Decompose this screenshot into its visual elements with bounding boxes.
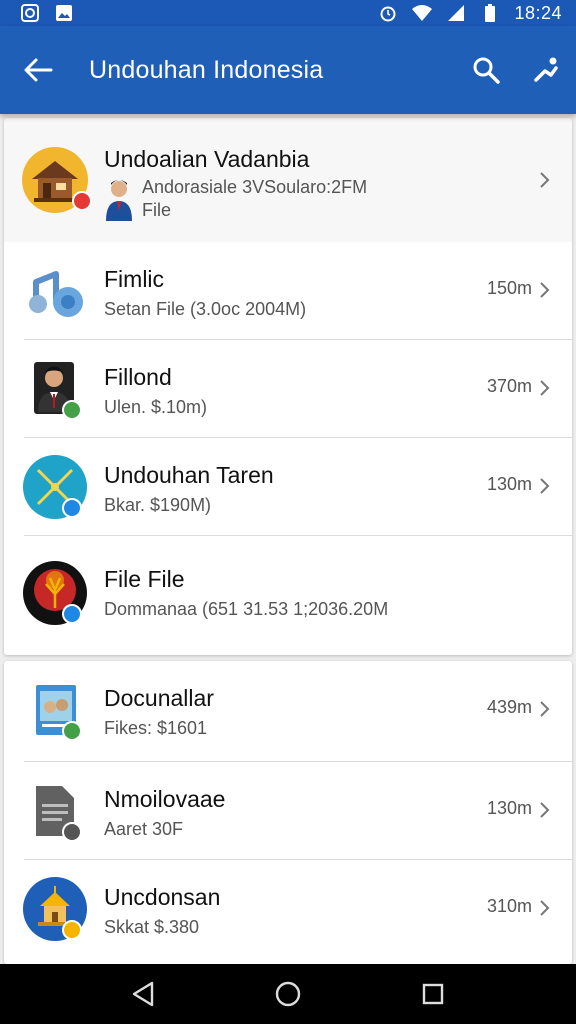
list-item[interactable]: Undoalian Vadanbia Andorasiale 3VSoularo… xyxy=(4,118,572,242)
download-list-card-2: Docunallar Fikes: $1601 439m Nmoilovaae … xyxy=(4,661,572,964)
music-avatar-icon xyxy=(22,258,88,324)
status-badge xyxy=(62,604,82,624)
list-item[interactable]: Undouhan Taren Bkar. $190M) 130m xyxy=(4,438,572,536)
document-avatar-icon xyxy=(22,778,88,844)
chevron-right-icon xyxy=(540,900,550,916)
item-title: Docunallar xyxy=(104,685,214,711)
download-list-card-1: Undoalian Vadanbia Andorasiale 3VSoularo… xyxy=(4,118,572,655)
person-avatar-icon xyxy=(22,356,88,422)
status-badge xyxy=(62,920,82,940)
status-badge xyxy=(62,498,82,518)
chevron-right-icon xyxy=(540,172,550,188)
item-subtitle: Skkat $.380 xyxy=(104,917,200,937)
status-badge xyxy=(62,400,82,420)
share-button[interactable] xyxy=(516,26,576,114)
share-icon xyxy=(534,57,558,82)
item-texts: Fimlic Setan File (3.0oc 2004M) xyxy=(104,266,462,320)
back-arrow-icon xyxy=(24,58,53,82)
item-title: Uncdonsan xyxy=(104,884,221,910)
item-subtitle: Aaret 30F xyxy=(104,819,184,839)
nav-home-icon xyxy=(275,981,301,1007)
back-button[interactable] xyxy=(0,26,76,114)
search-icon xyxy=(473,57,500,84)
chevron-right-icon xyxy=(540,380,550,396)
item-size: 130m xyxy=(486,798,532,818)
nav-back-icon xyxy=(132,981,153,1007)
nav-recents-icon xyxy=(423,983,444,1005)
list-item[interactable]: Fimlic Setan File (3.0oc 2004M) 150m xyxy=(4,242,572,340)
person-icon xyxy=(104,177,138,221)
item-subtitle: Ulen. $.10m) xyxy=(104,397,208,417)
item-title: File File xyxy=(104,566,185,592)
house-avatar-icon xyxy=(22,147,92,213)
item-texts: Fillond Ulen. $.10m) xyxy=(104,364,462,418)
nav-recents-button[interactable] xyxy=(413,974,453,1014)
chevron-right-icon xyxy=(540,282,550,298)
item-subtitle: Setan File (3.0oc 2004M) xyxy=(104,299,307,319)
status-badge xyxy=(62,721,82,741)
alarm-icon xyxy=(378,3,398,23)
app-notification-icon xyxy=(20,3,40,23)
item-texts: Uncdonsan Skkat $.380 xyxy=(104,884,462,938)
item-sub-group: Andorasiale 3VSoularo:2FM File xyxy=(104,177,462,221)
tree-avatar-icon xyxy=(22,560,88,626)
image-notification-icon xyxy=(54,3,74,23)
item-texts: Undouhan Taren Bkar. $190M) xyxy=(104,462,462,516)
status-time: 18:24 xyxy=(514,2,562,23)
chevron-right-icon xyxy=(540,802,550,818)
item-texts: Docunallar Fikes: $1601 xyxy=(104,685,462,739)
item-subtitle: Fikes: $1601 xyxy=(104,718,208,738)
status-badge xyxy=(62,822,82,842)
item-subtitle: Andorasiale 3VSoularo:2FM xyxy=(142,177,368,197)
item-subtitle: Bkar. $190M) xyxy=(104,495,212,515)
list-item[interactable]: Uncdonsan Skkat $.380 310m xyxy=(4,860,572,964)
list-item[interactable]: File File Dommanaa (651 31.53 1;2036.20M xyxy=(4,536,572,655)
chevron-right-icon xyxy=(540,478,550,494)
item-title: Fillond xyxy=(104,364,172,390)
chevron-right-icon xyxy=(540,701,550,717)
system-nav-bar xyxy=(0,964,576,1024)
item-texts: Undoalian Vadanbia Andorasiale 3VSoularo… xyxy=(104,146,462,221)
item-size: 310m xyxy=(486,896,532,916)
item-title: Undouhan Taren xyxy=(104,462,274,488)
star-avatar-icon xyxy=(22,454,88,520)
item-title: Nmoilovaae xyxy=(104,786,226,812)
nav-back-button[interactable] xyxy=(123,974,163,1014)
list-item[interactable]: Docunallar Fikes: $1601 439m xyxy=(4,661,572,762)
search-button[interactable] xyxy=(456,26,516,114)
item-size: 439m xyxy=(486,697,532,717)
list-item[interactable]: Fillond Ulen. $.10m) 370m xyxy=(4,340,572,438)
page-title: Undouhan Indonesia xyxy=(89,55,324,84)
item-size: 370m xyxy=(486,376,532,396)
app-bar: Undouhan Indonesia xyxy=(0,26,576,114)
status-bar: 18:24 xyxy=(0,0,576,26)
item-title: Fimlic xyxy=(104,266,165,292)
item-size: 150m xyxy=(486,278,532,298)
nav-home-button[interactable] xyxy=(268,974,308,1014)
item-title: Undoalian Vadanbia xyxy=(104,146,310,172)
item-size: 130m xyxy=(486,474,532,494)
item-subtitle-2: File xyxy=(142,200,172,220)
item-subtitle: Dommanaa (651 31.53 1;2036.20M xyxy=(104,599,389,619)
photo-avatar-icon xyxy=(22,677,88,743)
status-left xyxy=(20,3,74,23)
temple-avatar-icon xyxy=(22,876,88,942)
item-texts: File File Dommanaa (651 31.53 1;2036.20M xyxy=(104,566,462,620)
status-right: 18:24 xyxy=(378,3,562,24)
item-texts: Nmoilovaae Aaret 30F xyxy=(104,786,462,840)
signal-icon xyxy=(446,3,466,23)
wifi-icon xyxy=(412,3,433,23)
list-item[interactable]: Nmoilovaae Aaret 30F 130m xyxy=(4,762,572,860)
battery-icon xyxy=(480,3,500,23)
status-badge xyxy=(72,191,92,211)
